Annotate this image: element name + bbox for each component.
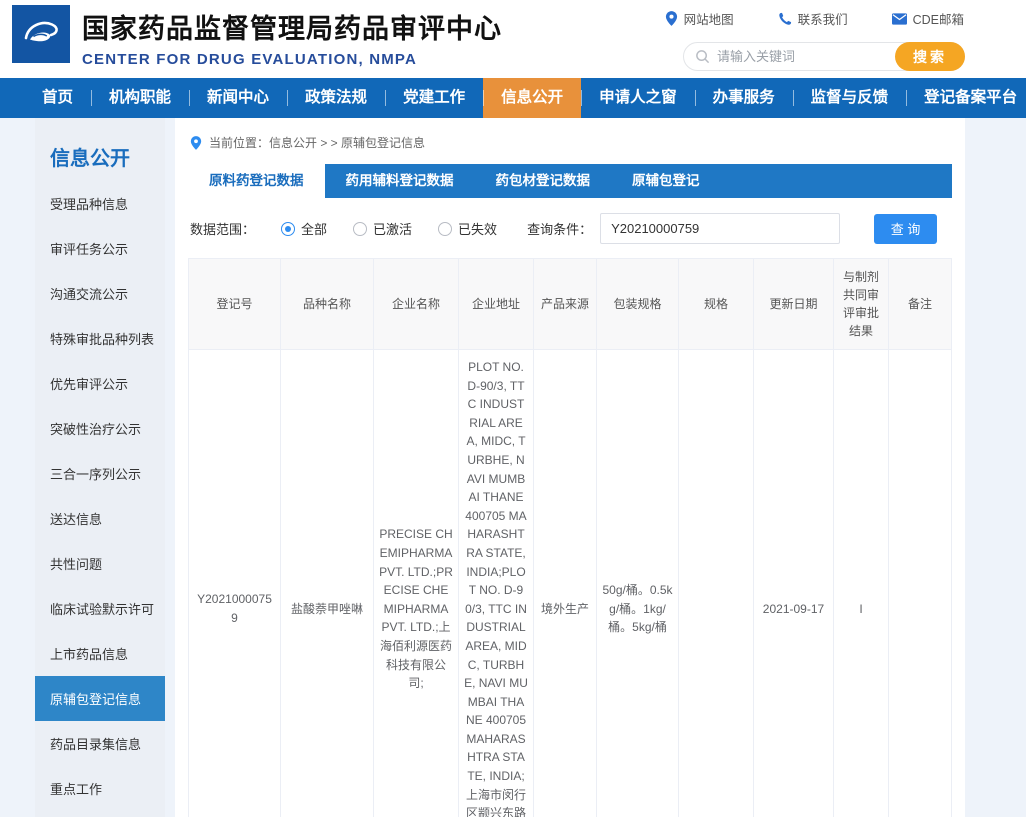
- nav-item-applicant-window[interactable]: 申请人之窗: [581, 78, 695, 118]
- radio-expired-icon[interactable]: [438, 222, 452, 236]
- page-content: 信息公开 受理品种信息 审评任务公示 沟通交流公示 特殊审批品种列表 优先审评公…: [0, 118, 1026, 817]
- site-header: 国家药品监督管理局药品审评中心 CENTER FOR DRUG EVALUATI…: [0, 0, 1026, 78]
- sidebar-item-marketed-drugs[interactable]: 上市药品信息: [35, 631, 165, 676]
- radio-activated-label: 已激活: [373, 219, 412, 238]
- table-row: Y20210000759 盐酸萘甲唑啉 PRECISE CHEMIPHARMA …: [189, 350, 952, 817]
- sidebar-item-review-tasks[interactable]: 审评任务公示: [35, 226, 165, 271]
- cell-registration-no: Y20210000759: [189, 350, 281, 817]
- nav-item-registration-platform[interactable]: 登记备案平台: [906, 78, 1026, 118]
- header-quick-links: 网站地图 联系我们 CDE邮箱: [665, 9, 964, 28]
- map-pin-icon: [665, 11, 678, 26]
- mail-icon: [892, 13, 907, 25]
- data-scope-label: 数据范围：: [190, 219, 255, 238]
- nav-item-functions[interactable]: 机构职能: [91, 78, 189, 118]
- col-remarks: 备注: [889, 259, 952, 350]
- filter-bar: 数据范围： 全部 已激活 已失效 查询条件： 查 询: [188, 198, 952, 258]
- cde-logo: [12, 5, 70, 63]
- sitemap-link-label: 网站地图: [684, 9, 734, 28]
- sidebar-item-accepted-varieties[interactable]: 受理品种信息: [35, 181, 165, 226]
- nav-item-info-disclosure[interactable]: 信息公开: [483, 78, 581, 118]
- nav-item-party[interactable]: 党建工作: [385, 78, 483, 118]
- radio-all-label: 全部: [301, 219, 327, 238]
- nav-item-services[interactable]: 办事服务: [695, 78, 793, 118]
- tab-api-registration-data[interactable]: 原料药登记数据: [188, 164, 325, 198]
- phone-icon: [778, 12, 792, 26]
- tab-api-excipient-registration[interactable]: 原辅包登记: [611, 164, 721, 198]
- sitemap-link[interactable]: 网站地图: [665, 9, 734, 28]
- cde-mail-link-label: CDE邮箱: [913, 9, 964, 28]
- sidebar-item-special-approval[interactable]: 特殊审批品种列表: [35, 316, 165, 361]
- cell-joint-review-result: I: [834, 350, 889, 817]
- nav-item-supervision[interactable]: 监督与反馈: [793, 78, 907, 118]
- sidebar-item-delivery-info[interactable]: 送达信息: [35, 496, 165, 541]
- col-variety-name: 品种名称: [281, 259, 374, 350]
- table-header-row: 登记号 品种名称 企业名称 企业地址 产品来源 包装规格 规格 更新日期 与制剂…: [189, 259, 952, 350]
- col-product-origin: 产品来源: [534, 259, 597, 350]
- cell-product-origin: 境外生产: [534, 350, 597, 817]
- contact-link[interactable]: 联系我们: [778, 9, 848, 28]
- location-pin-icon: [190, 136, 202, 150]
- sidebar-title: 信息公开: [35, 118, 165, 181]
- col-spec: 规格: [679, 259, 754, 350]
- search-icon: [695, 49, 710, 64]
- nav-item-news[interactable]: 新闻中心: [189, 78, 287, 118]
- col-company-name: 企业名称: [374, 259, 459, 350]
- sidebar-item-communication[interactable]: 沟通交流公示: [35, 271, 165, 316]
- contact-link-label: 联系我们: [798, 9, 848, 28]
- cell-variety-name: 盐酸萘甲唑啉: [281, 350, 374, 817]
- radio-option-all[interactable]: 全部: [281, 219, 327, 238]
- radio-expired-label: 已失效: [458, 219, 497, 238]
- radio-all-icon[interactable]: [281, 222, 295, 236]
- main-nav: 首页 机构职能 新闻中心 政策法规 党建工作 信息公开 申请人之窗 办事服务 监…: [0, 78, 1026, 118]
- query-condition-input[interactable]: [600, 213, 840, 244]
- sidebar-item-clinical-trial-license[interactable]: 临床试验默示许可: [35, 586, 165, 631]
- nav-item-home[interactable]: 首页: [24, 78, 91, 118]
- col-registration-no: 登记号: [189, 259, 281, 350]
- cell-company-name: PRECISE CHEMIPHARMA PVT. LTD.;PRECISE CH…: [374, 350, 459, 817]
- radio-option-expired[interactable]: 已失效: [438, 219, 497, 238]
- cell-packaging-spec: 50g/桶。0.5kg/桶。1kg/桶。5kg/桶: [597, 350, 679, 817]
- cell-update-date: 2021-09-17: [754, 350, 834, 817]
- col-company-address: 企业地址: [459, 259, 534, 350]
- query-condition-label: 查询条件：: [527, 219, 592, 238]
- breadcrumb-text: 当前位置：信息公开 > > 原辅包登记信息: [209, 134, 425, 151]
- cell-company-address: PLOT NO. D-90/3, TTC INDUSTRIAL AREA, MI…: [459, 350, 534, 817]
- tab-excipient-registration-data[interactable]: 药用辅料登记数据: [325, 164, 475, 198]
- nav-item-policy[interactable]: 政策法规: [287, 78, 385, 118]
- breadcrumb: 当前位置：信息公开 > > 原辅包登记信息: [188, 128, 952, 164]
- col-packaging-spec: 包装规格: [597, 259, 679, 350]
- main-panel: 当前位置：信息公开 > > 原辅包登记信息 原料药登记数据 药用辅料登记数据 药…: [175, 118, 965, 817]
- site-subtitle: CENTER FOR DRUG EVALUATION, NMPA: [82, 51, 502, 68]
- sidebar-item-breakthrough-therapy[interactable]: 突破性治疗公示: [35, 406, 165, 451]
- cell-remarks: [889, 350, 952, 817]
- sidebar-item-three-in-one[interactable]: 三合一序列公示: [35, 451, 165, 496]
- site-search-button[interactable]: 搜索: [895, 42, 965, 71]
- sidebar-item-api-excipient-registration[interactable]: 原辅包登记信息: [35, 676, 165, 721]
- cell-spec: [679, 350, 754, 817]
- sidebar-item-priority-review[interactable]: 优先审评公示: [35, 361, 165, 406]
- col-update-date: 更新日期: [754, 259, 834, 350]
- sidebar-item-drug-catalog[interactable]: 药品目录集信息: [35, 721, 165, 766]
- cde-logo-swoosh-icon: [19, 12, 63, 56]
- sidebar-item-common-issues[interactable]: 共性问题: [35, 541, 165, 586]
- radio-option-activated[interactable]: 已激活: [353, 219, 412, 238]
- data-tabs: 原料药登记数据 药用辅料登记数据 药包材登记数据 原辅包登记: [188, 164, 952, 198]
- radio-activated-icon[interactable]: [353, 222, 367, 236]
- site-search-input[interactable]: [717, 49, 895, 64]
- registration-table: 登记号 品种名称 企业名称 企业地址 产品来源 包装规格 规格 更新日期 与制剂…: [188, 258, 952, 817]
- query-button[interactable]: 查 询: [874, 214, 937, 244]
- tab-packaging-registration-data[interactable]: 药包材登记数据: [475, 164, 612, 198]
- cde-mail-link[interactable]: CDE邮箱: [892, 9, 964, 28]
- sidebar: 信息公开 受理品种信息 审评任务公示 沟通交流公示 特殊审批品种列表 优先审评公…: [35, 118, 165, 817]
- site-search: 搜索: [683, 42, 965, 71]
- sidebar-item-key-work[interactable]: 重点工作: [35, 766, 165, 811]
- col-joint-review-result: 与制剂共同审评审批结果: [834, 259, 889, 350]
- site-title: 国家药品监督管理局药品审评中心: [82, 7, 502, 46]
- site-title-block: 国家药品监督管理局药品审评中心 CENTER FOR DRUG EVALUATI…: [82, 7, 502, 68]
